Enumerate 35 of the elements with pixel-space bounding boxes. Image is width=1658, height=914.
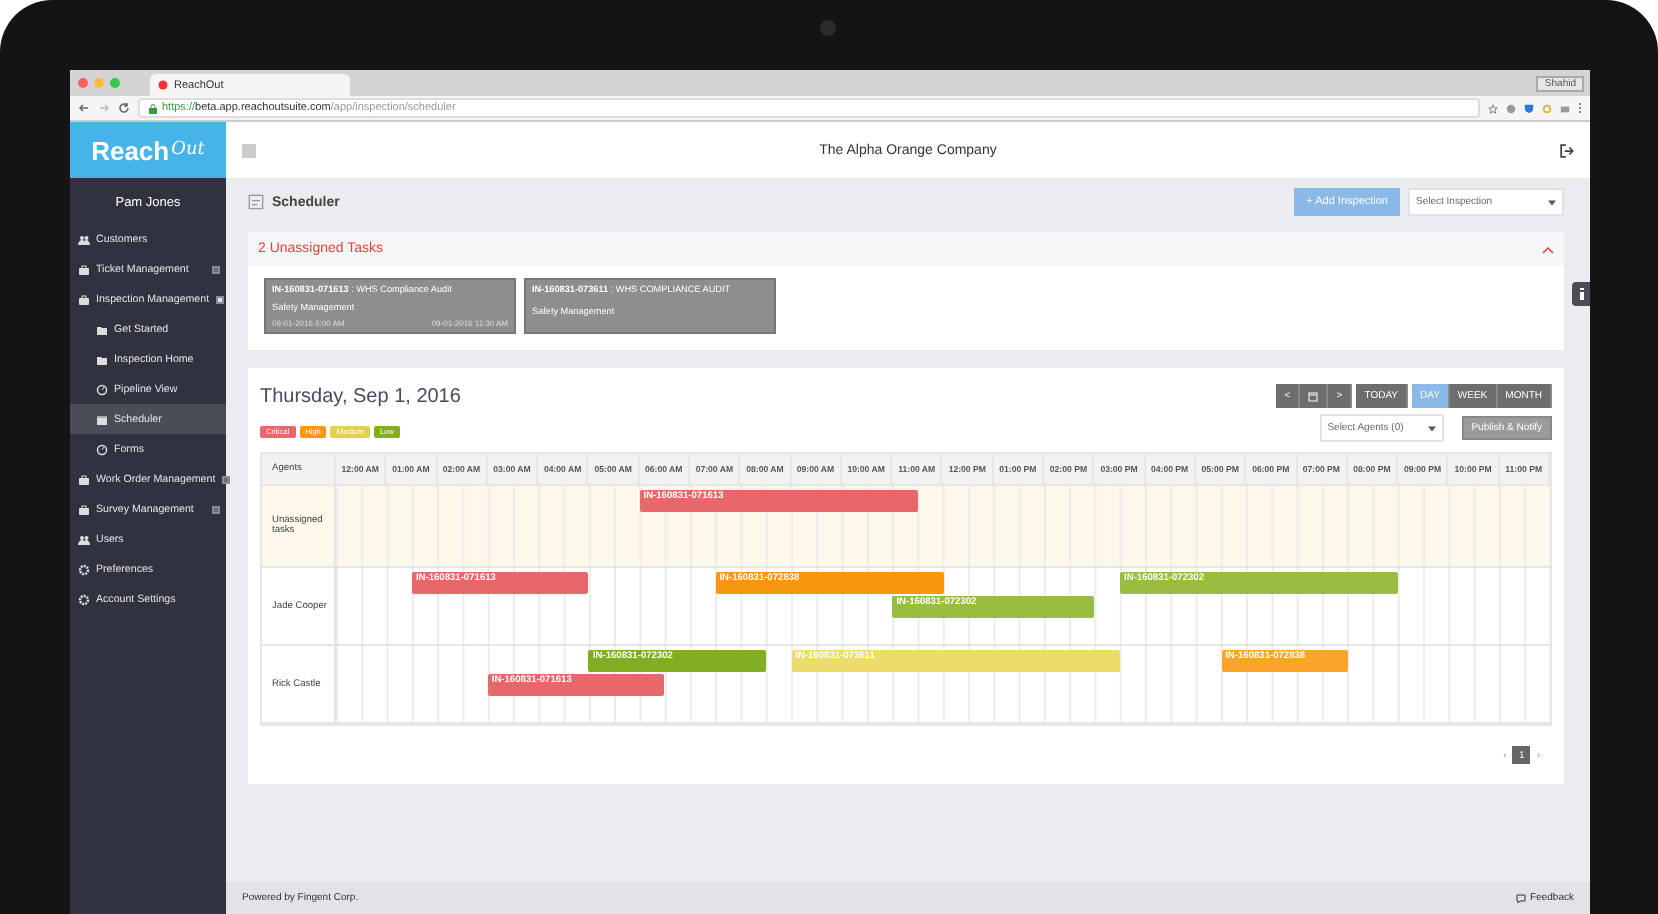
collapse-icon[interactable] [1542,245,1554,253]
folder-icon [96,353,108,365]
briefcase-icon [78,473,90,485]
people-icon [78,233,90,245]
app-logo-icon [158,80,168,90]
menu-toggle-icon[interactable] [242,143,256,157]
ring-icon[interactable] [1542,103,1552,113]
gear-icon [78,563,90,575]
caret-icon [1548,199,1556,205]
back-icon[interactable] [78,102,90,114]
calendar-date: Thursday, Sep 1, 2016 [260,385,463,407]
calendar-icon [96,413,108,425]
people-icon [78,533,90,545]
briefcase-icon [78,293,90,305]
gauge-icon [96,383,108,395]
caret-icon [1427,425,1436,431]
calendar-button[interactable] [1300,384,1329,408]
app-logo: Reach Out [70,122,226,178]
extension-icon[interactable] [1506,103,1516,113]
gear-icon [78,593,90,605]
logout-icon[interactable] [1560,143,1574,157]
lock-icon [148,103,158,113]
info-tab[interactable] [1572,282,1590,306]
star-icon[interactable] [1488,103,1498,113]
briefcase-icon [78,503,90,515]
shield-icon[interactable] [1524,103,1534,113]
folder-icon [96,323,108,335]
window-controls[interactable] [78,78,120,88]
reload-icon[interactable] [118,102,130,114]
scheduler-icon [248,194,264,210]
calendar-icon [1308,391,1319,401]
gauge-icon [96,443,108,455]
briefcase-icon [78,263,90,275]
forward-icon[interactable] [98,102,110,114]
chat-icon [1516,893,1527,903]
